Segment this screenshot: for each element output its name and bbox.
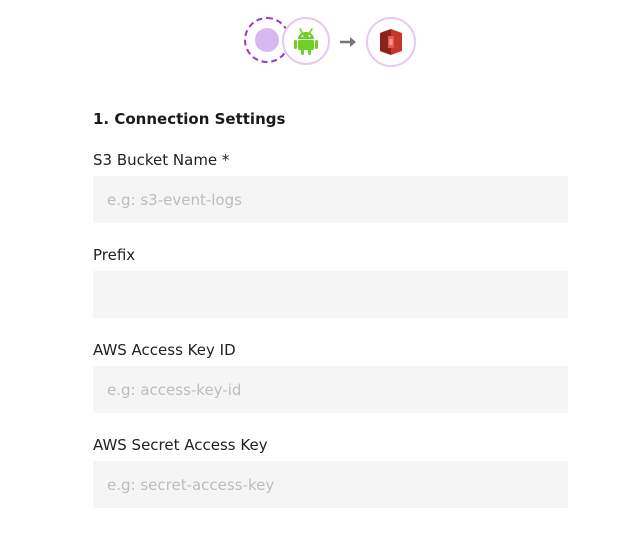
prefix-field: Prefix (93, 244, 568, 318)
aws-access-key-id-label: AWS Access Key ID (93, 341, 236, 359)
s3-bucket-name-input[interactable] (93, 176, 568, 223)
aws-s3-icon (366, 17, 416, 67)
s3-bucket-name-field: S3 Bucket Name * (93, 149, 568, 223)
aws-secret-access-key-input[interactable] (93, 461, 568, 508)
aws-secret-access-key-label: AWS Secret Access Key (93, 436, 268, 454)
android-icon (282, 17, 330, 65)
section-title: 1. Connection Settings (93, 110, 286, 128)
aws-access-key-id-field: AWS Access Key ID (93, 339, 568, 413)
arrow-right-icon (339, 34, 357, 53)
prefix-label: Prefix (93, 246, 136, 264)
s3-bucket-name-label: S3 Bucket Name * (93, 151, 230, 169)
aws-access-key-id-input[interactable] (93, 366, 568, 413)
integration-header (0, 0, 639, 90)
connection-settings-form: 1. Connection Settings S3 Bucket Name * … (93, 108, 568, 508)
prefix-input[interactable] (93, 271, 568, 318)
aws-secret-access-key-field: AWS Secret Access Key (93, 434, 568, 508)
